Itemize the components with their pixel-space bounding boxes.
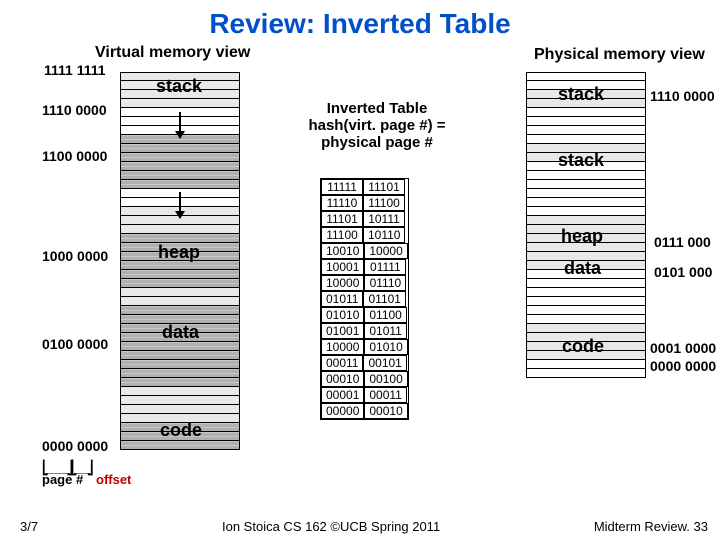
physical-memory-col — [526, 72, 646, 378]
table-row: 1000101111 — [321, 259, 408, 275]
table-row: 1001010000 — [321, 243, 408, 259]
virt-addr-3: 1100 0000 — [42, 148, 107, 164]
table-row: 0001000100 — [321, 371, 408, 387]
page-title: Review: Inverted Table — [0, 0, 720, 40]
table-row: 1110010110 — [321, 227, 408, 243]
table-cell: 10000 — [321, 339, 364, 355]
table-cell: 00010 — [364, 403, 407, 419]
table-cell: 11100 — [321, 227, 363, 243]
table-cell: 11100 — [363, 195, 405, 211]
phys-addr-3: 0101 000 — [654, 264, 712, 280]
table-cell: 10000 — [364, 243, 407, 259]
table-cell: 11110 — [321, 195, 363, 211]
phys-addr-5: 0000 0000 — [650, 358, 716, 374]
virt-data-label: data — [162, 322, 199, 343]
table-row: 1110110111 — [321, 211, 408, 227]
table-cell: 01110 — [364, 275, 406, 291]
table-row: 1111111101 — [321, 179, 408, 195]
table-cell: 01011 — [321, 291, 363, 307]
phys-code-label: code — [562, 336, 604, 357]
table-cell: 01001 — [321, 323, 364, 339]
table-cell: 10110 — [363, 227, 405, 243]
phys-data-label: data — [564, 258, 601, 279]
phys-stack-label-2: stack — [558, 150, 604, 171]
phys-header: Physical memory view — [534, 46, 705, 64]
page-number-label: page # — [42, 472, 83, 487]
table-cell: 10001 — [321, 259, 364, 275]
phys-addr-2: 0111 000 — [654, 234, 711, 250]
virt-addr-2: 1110 0000 — [42, 102, 107, 118]
table-cell: 01101 — [363, 291, 405, 307]
virt-header: Virtual memory view — [95, 44, 250, 62]
phys-stack-label-1: stack — [558, 84, 604, 105]
table-cell: 00011 — [321, 355, 363, 371]
table-cell: 11101 — [363, 179, 405, 195]
table-cell: 10000 — [321, 275, 364, 291]
inverted-page-table: 1111111101111101110011101101111110010110… — [320, 178, 409, 420]
table-cell: 10111 — [363, 211, 405, 227]
table-row: 0101101101 — [321, 291, 408, 307]
table-cell: 00011 — [364, 387, 406, 403]
table-cell: 10010 — [321, 243, 364, 259]
footer-date: 3/7 — [20, 519, 38, 534]
virt-addr-6: 0000 0000 — [42, 438, 108, 454]
table-cell: 01011 — [364, 323, 406, 339]
table-cell: 11101 — [321, 211, 363, 227]
table-cell: 00101 — [363, 355, 406, 371]
virt-addr-1: 1111 1111 — [44, 62, 106, 78]
footer-center: Ion Stoica CS 162 ©UCB Spring 2011 — [222, 519, 440, 534]
table-cell: 00001 — [321, 387, 364, 403]
virt-heap-label: heap — [158, 242, 200, 263]
footer-right: Midterm Review. 33 — [594, 519, 708, 534]
table-cell: 01111 — [364, 259, 406, 275]
table-cell: 00000 — [321, 403, 364, 419]
table-cell: 01010 — [321, 307, 364, 323]
table-row: 1000001010 — [321, 339, 408, 355]
stack-arrow-icon — [179, 112, 181, 138]
table-cell: 01100 — [364, 307, 406, 323]
table-row: 1000001110 — [321, 275, 408, 291]
phys-addr-1: 1110 0000 — [650, 88, 715, 104]
virt-code-label: code — [160, 420, 202, 441]
table-row: 1111011100 — [321, 195, 408, 211]
table-row: 0000000010 — [321, 403, 408, 419]
table-cell: 11111 — [321, 179, 363, 195]
virt-stack-label: stack — [156, 76, 202, 97]
table-cell: 01010 — [364, 339, 407, 355]
phys-addr-4: 0001 0000 — [650, 340, 716, 356]
table-row: 0001100101 — [321, 355, 408, 371]
table-row: 0101001100 — [321, 307, 408, 323]
table-cell: 00010 — [321, 371, 364, 387]
offset-label: offset — [96, 472, 131, 487]
heap-grow-arrow-icon — [179, 192, 181, 218]
table-cell: 00100 — [364, 371, 407, 387]
virt-addr-5: 0100 0000 — [42, 336, 108, 352]
virt-addr-4: 1000 0000 — [42, 248, 108, 264]
table-row: 0000100011 — [321, 387, 408, 403]
phys-heap-label: heap — [561, 226, 603, 247]
inverted-table-caption: Inverted Table hash(virt. page #) = phys… — [292, 100, 462, 151]
table-row: 0100101011 — [321, 323, 408, 339]
